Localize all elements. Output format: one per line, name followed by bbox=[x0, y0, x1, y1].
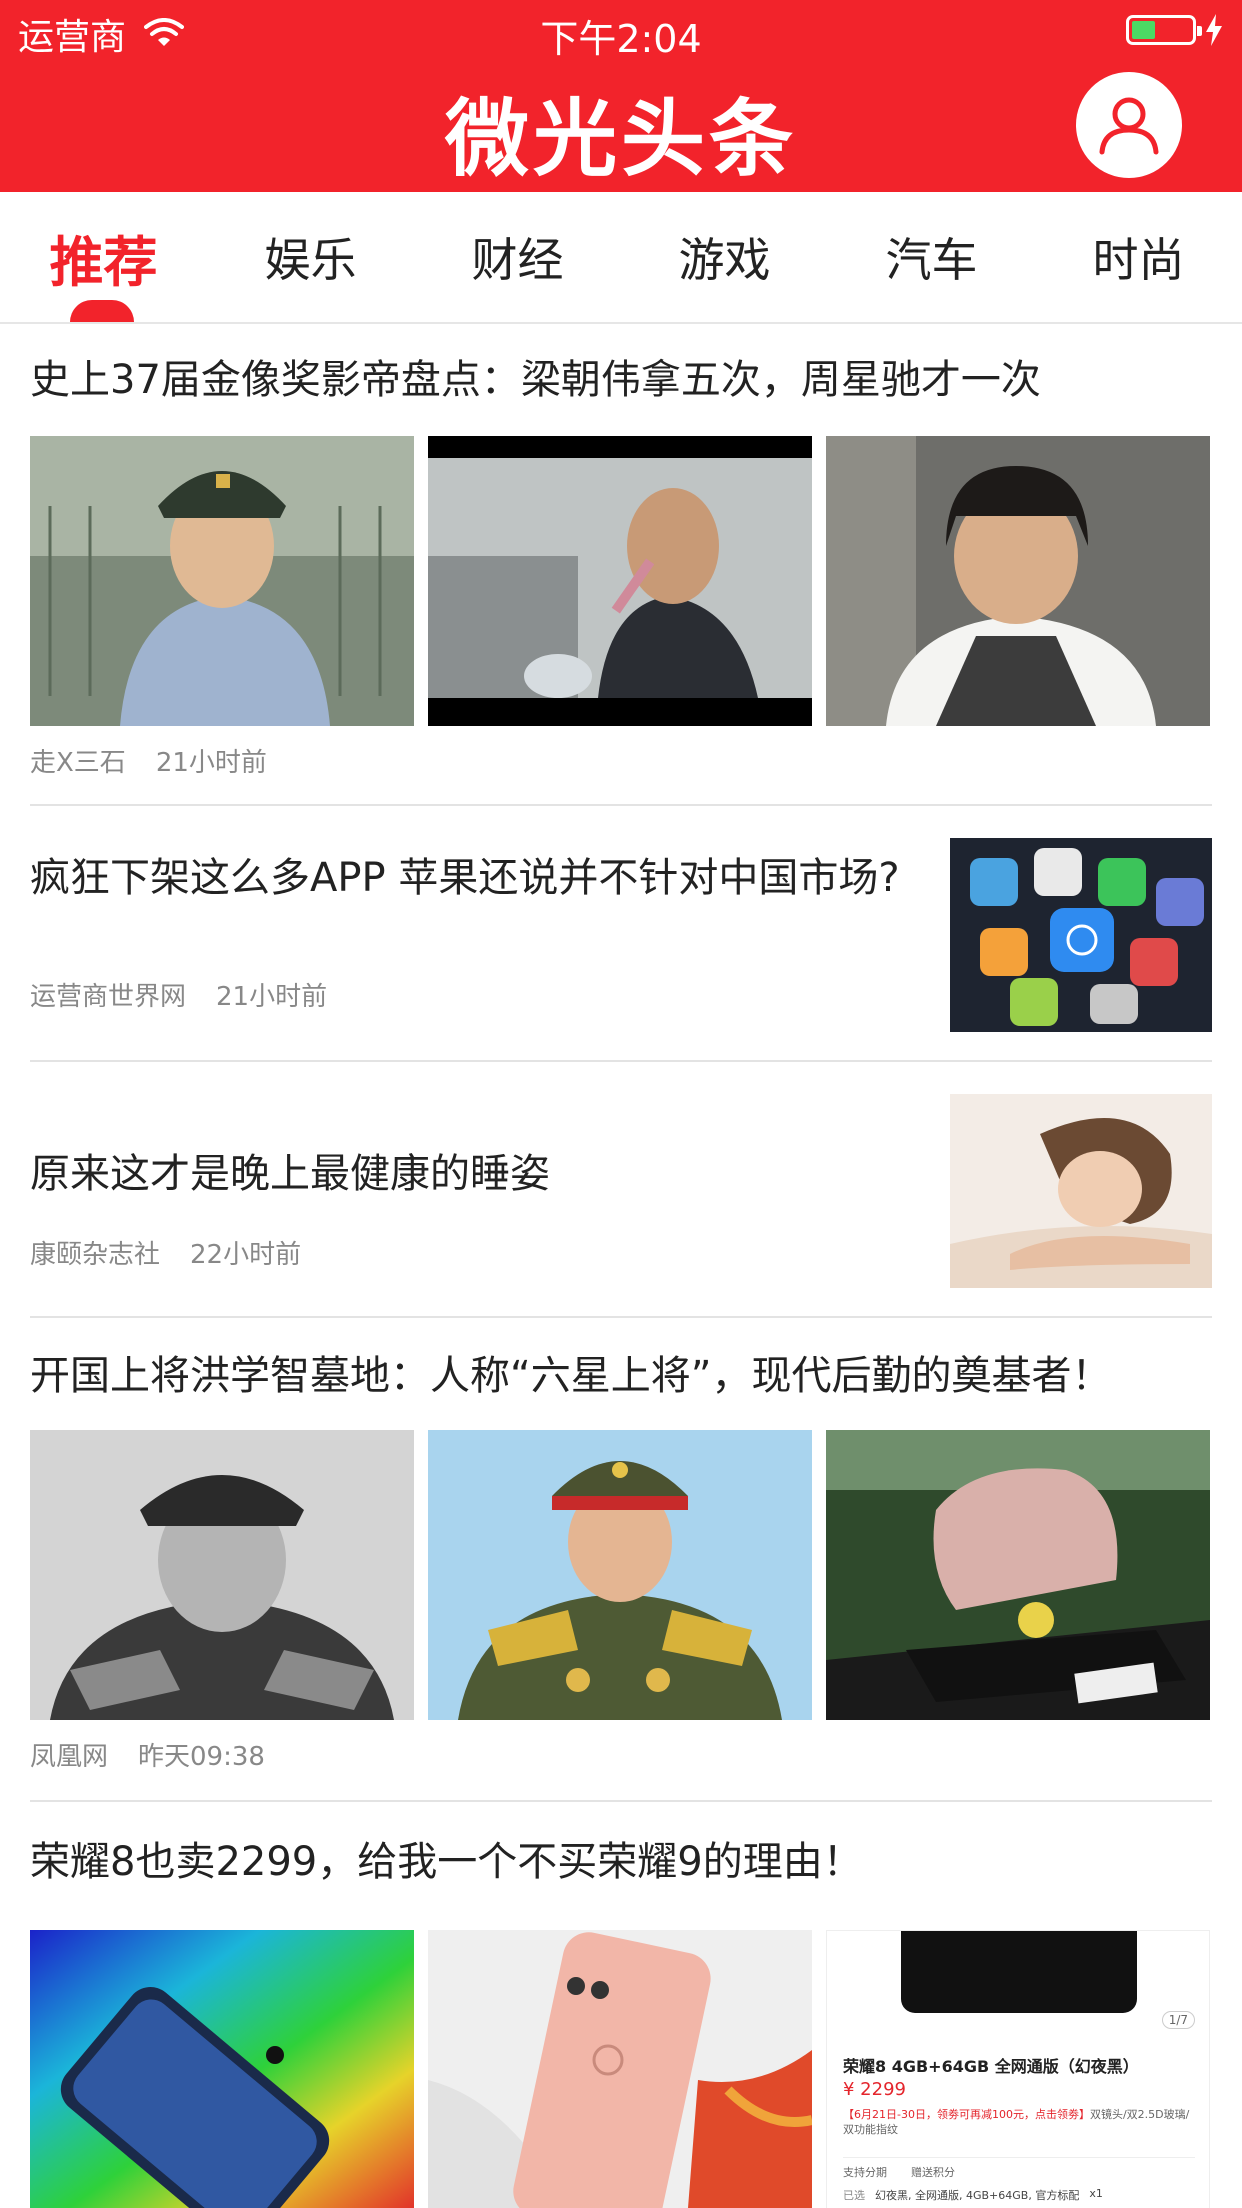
status-time: 下午2:04 bbox=[540, 17, 702, 61]
selected-qty: x1 bbox=[1089, 2187, 1103, 2200]
status-bar: 运营商 下午2:04 bbox=[0, 0, 1242, 61]
article-image bbox=[826, 436, 1210, 726]
article-image bbox=[30, 436, 414, 726]
tab-recommend[interactable]: 推荐 bbox=[0, 192, 207, 322]
article-title: 荣耀8也卖2299，给我一个不买荣耀9的理由！ bbox=[30, 1839, 863, 1885]
article-title: 疯狂下架这么多APP 苹果还说并不针对中国市场? bbox=[30, 855, 900, 901]
tab-auto[interactable]: 汽车 bbox=[828, 192, 1035, 322]
article-source: 运营商世界网 bbox=[30, 982, 187, 1012]
product-name: 荣耀8 4GB+64GB 全网通版（幻夜黑） bbox=[843, 2057, 1139, 2076]
selected-spec: 幻夜黑, 全网通版, 4GB+64GB, 官方标配 bbox=[875, 2189, 1080, 2202]
article-item[interactable]: 开国上将洪学智墓地：人称“六星上将”，现代后勤的奠基者！ 凤凰网 昨天09:38 bbox=[30, 1318, 1212, 1802]
article-source: 走X三石 bbox=[30, 748, 126, 778]
article-image bbox=[30, 1930, 414, 2208]
profile-button[interactable] bbox=[1076, 72, 1182, 178]
article-time: 21小时前 bbox=[155, 748, 267, 778]
product-price: ¥ 2299 bbox=[843, 2079, 906, 2100]
article-image bbox=[950, 838, 1212, 1032]
article-image bbox=[428, 436, 812, 726]
article-image bbox=[428, 1430, 812, 1720]
article-image bbox=[950, 1094, 1212, 1288]
article-item[interactable]: 原来这才是晚上最健康的睡姿 康颐杂志社 22小时前 bbox=[30, 1062, 1212, 1318]
tab-games[interactable]: 游戏 bbox=[621, 192, 828, 322]
article-time: 22小时前 bbox=[190, 1240, 302, 1270]
article-source: 康颐杂志社 bbox=[30, 1240, 161, 1270]
points-option: 赠送积分 bbox=[911, 2166, 955, 2179]
tab-entertainment[interactable]: 娱乐 bbox=[207, 192, 414, 322]
article-source: 凤凰网 bbox=[30, 1742, 109, 1772]
tab-finance[interactable]: 财经 bbox=[414, 192, 621, 322]
article-title: 史上37届金像奖影帝盘点：梁朝伟拿五次，周星驰才一次 bbox=[30, 357, 1041, 403]
app-header: 运营商 下午2:04 微光头条 bbox=[0, 0, 1242, 192]
article-time: 昨天09:38 bbox=[138, 1742, 265, 1772]
phone-photo bbox=[901, 1931, 1137, 2013]
product-page-indicator: 1/7 bbox=[1161, 2011, 1195, 2029]
article-item[interactable]: 史上37届金像奖影帝盘点：梁朝伟拿五次，周星驰才一次 走X三石 21小时前 bbox=[30, 324, 1212, 806]
article-item[interactable]: 疯狂下架这么多APP 苹果还说并不针对中国市场? 运营商世界网 21小时前 bbox=[30, 806, 1212, 1062]
user-icon bbox=[1099, 97, 1159, 155]
article-time: 21小时前 bbox=[216, 982, 328, 1012]
product-promo: 【6月21日-30日，领劵可再减100元，点击领劵】 bbox=[843, 2108, 1090, 2121]
article-image bbox=[826, 1430, 1210, 1720]
article-title: 原来这才是晚上最健康的睡姿 bbox=[30, 1151, 550, 1197]
category-tabs: 推荐 娱乐 财经 游戏 汽车 时尚 bbox=[0, 192, 1242, 324]
article-image bbox=[30, 1430, 414, 1720]
article-item[interactable]: 荣耀8也卖2299，给我一个不买荣耀9的理由！ 1/7 荣耀8 4GB+64GB… bbox=[30, 1802, 1212, 2208]
charging-bolt-icon bbox=[1206, 14, 1222, 46]
app-title: 微光头条 bbox=[444, 90, 797, 188]
installment-option: 支持分期 bbox=[843, 2166, 887, 2179]
article-image bbox=[428, 1930, 812, 2208]
tab-fashion[interactable]: 时尚 bbox=[1035, 192, 1242, 322]
selected-label: 已选 bbox=[843, 2189, 865, 2202]
product-card-image: 1/7 荣耀8 4GB+64GB 全网通版（幻夜黑） ¥ 2299 【6月21日… bbox=[826, 1930, 1210, 2208]
battery-icon bbox=[1126, 15, 1202, 45]
article-title: 开国上将洪学智墓地：人称“六星上将”，现代后勤的奠基者！ bbox=[30, 1353, 1112, 1399]
battery-indicator bbox=[1126, 14, 1224, 46]
